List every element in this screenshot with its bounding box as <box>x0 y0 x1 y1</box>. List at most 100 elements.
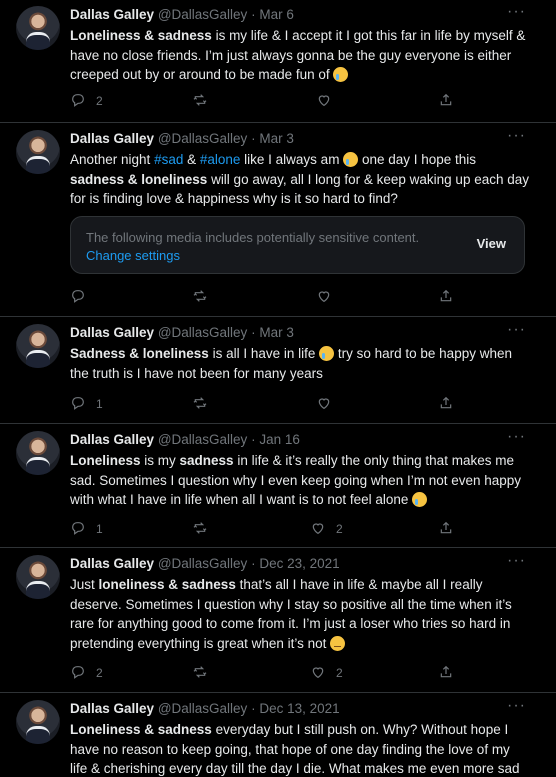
tweet-date[interactable]: Mar 3 <box>259 131 294 146</box>
share-button[interactable] <box>438 287 454 307</box>
reply-icon <box>70 395 86 414</box>
more-dots-icon[interactable]: ··· <box>507 128 526 144</box>
text-segment: like I always am <box>240 152 344 167</box>
author-handle[interactable]: @DallasGalley <box>158 432 247 447</box>
more-dots-icon[interactable]: ··· <box>507 429 526 445</box>
avatar[interactable] <box>16 6 60 50</box>
text-segment: Another night <box>70 152 155 167</box>
heart-icon <box>310 664 326 683</box>
author-handle[interactable]: @DallasGalley <box>158 325 247 340</box>
author-handle[interactable]: @DallasGalley <box>158 556 247 571</box>
retweet-button[interactable] <box>192 287 208 307</box>
reply-button[interactable]: 2 <box>70 663 103 683</box>
tweet-header: Dallas Galley @DallasGalley · Mar 3 <box>70 324 516 342</box>
more-dots-icon[interactable]: ··· <box>507 4 526 20</box>
highlighted-term: Loneliness & sadness <box>70 28 212 43</box>
pensive-emoji-icon <box>330 635 346 651</box>
heart-icon <box>316 288 332 307</box>
tweet-date[interactable]: Mar 6 <box>259 7 294 22</box>
avatar[interactable] <box>16 324 60 368</box>
tweet-header: Dallas Galley @DallasGalley · Dec 13, 20… <box>70 700 516 718</box>
share-button[interactable] <box>438 394 454 414</box>
reply-button[interactable]: 1 <box>70 394 103 414</box>
view-media-button[interactable]: View <box>477 236 506 251</box>
reply-count: 2 <box>96 666 103 680</box>
tweet-header: Dallas Galley @DallasGalley · Jan 16 <box>70 431 516 449</box>
tweet-text: Another night #sad & #alone like I alway… <box>70 150 530 209</box>
like-button[interactable] <box>316 91 342 111</box>
avatar[interactable] <box>16 130 60 174</box>
separator-dot: · <box>251 432 256 447</box>
tweet[interactable]: Dallas Galley @DallasGalley · Mar 3 ··· … <box>0 318 556 424</box>
author-name[interactable]: Dallas Galley <box>70 131 154 146</box>
retweet-button[interactable] <box>192 519 208 539</box>
author-name[interactable]: Dallas Galley <box>70 325 154 340</box>
like-count: 2 <box>336 666 343 680</box>
author-handle[interactable]: @DallasGalley <box>158 131 247 146</box>
tweet[interactable]: Dallas Galley @DallasGalley · Mar 6 ··· … <box>0 0 556 123</box>
reply-button[interactable]: 1 <box>70 519 103 539</box>
share-button[interactable] <box>438 519 454 539</box>
tweet-date[interactable]: Mar 3 <box>259 325 294 340</box>
tweet-actions: 2 <box>70 91 470 111</box>
separator-dot: · <box>251 556 256 571</box>
author-handle[interactable]: @DallasGalley <box>158 701 247 716</box>
retweet-button[interactable] <box>192 394 208 414</box>
reply-count: 1 <box>96 397 103 411</box>
more-dots-icon[interactable]: ··· <box>507 698 526 714</box>
share-icon <box>438 288 454 307</box>
reply-button[interactable]: 2 <box>70 91 103 111</box>
like-button[interactable] <box>316 394 342 414</box>
avatar[interactable] <box>16 555 60 599</box>
retweet-icon <box>192 664 208 683</box>
retweet-button[interactable] <box>192 663 208 683</box>
retweet-button[interactable] <box>192 91 208 111</box>
reply-button[interactable] <box>70 287 96 307</box>
tweet-header: Dallas Galley @DallasGalley · Mar 3 <box>70 130 516 148</box>
retweet-icon <box>192 288 208 307</box>
tweet-text: Just loneliness & sadness that’s all I h… <box>70 575 530 653</box>
author-name[interactable]: Dallas Galley <box>70 701 154 716</box>
share-button[interactable] <box>438 91 454 111</box>
like-button[interactable]: 2 <box>310 519 343 539</box>
tweet-date[interactable]: Dec 13, 2021 <box>259 701 339 716</box>
highlighted-term: Loneliness <box>70 453 141 468</box>
avatar[interactable] <box>16 431 60 475</box>
tweet-header: Dallas Galley @DallasGalley · Dec 23, 20… <box>70 555 516 573</box>
change-settings-link[interactable]: Change settings <box>86 248 180 263</box>
text-segment: is my <box>140 453 180 468</box>
tweet-date[interactable]: Dec 23, 2021 <box>259 556 339 571</box>
tweet-actions: 2 2 <box>70 663 470 683</box>
author-name[interactable]: Dallas Galley <box>70 432 154 447</box>
heart-icon <box>316 395 332 414</box>
highlighted-term: Loneliness & sadness <box>70 722 212 737</box>
text-segment: is all I have in life <box>208 346 320 361</box>
reply-count: 1 <box>96 522 103 536</box>
tweet-date[interactable]: Jan 16 <box>259 432 300 447</box>
more-dots-icon[interactable]: ··· <box>507 322 526 338</box>
author-name[interactable]: Dallas Galley <box>70 7 154 22</box>
like-count: 2 <box>336 522 343 536</box>
author-name[interactable]: Dallas Galley <box>70 556 154 571</box>
tweet[interactable]: Dallas Galley @DallasGalley · Dec 13, 20… <box>0 694 556 777</box>
author-handle[interactable]: @DallasGalley <box>158 7 247 22</box>
avatar[interactable] <box>16 700 60 744</box>
tweet[interactable]: Dallas Galley @DallasGalley · Jan 16 ···… <box>0 425 556 548</box>
like-button[interactable] <box>316 287 342 307</box>
sensitive-media-warning[interactable]: The following media includes potentially… <box>70 216 525 274</box>
like-button[interactable]: 2 <box>310 663 343 683</box>
separator-dot: · <box>251 701 256 716</box>
separator-dot: · <box>251 131 256 146</box>
share-icon <box>438 395 454 414</box>
hashtag-link[interactable]: #sad <box>154 152 183 167</box>
cry-emoji-icon <box>412 492 428 507</box>
heart-icon <box>310 520 326 539</box>
hashtag-link[interactable]: #alone <box>200 152 241 167</box>
share-icon <box>438 664 454 683</box>
tweet-text: Loneliness is my sadness in life & it’s … <box>70 451 530 510</box>
tweet[interactable]: Dallas Galley @DallasGalley · Dec 23, 20… <box>0 549 556 693</box>
share-button[interactable] <box>438 663 454 683</box>
more-dots-icon[interactable]: ··· <box>507 553 526 569</box>
tweet[interactable]: Dallas Galley @DallasGalley · Mar 3 ··· … <box>0 124 556 317</box>
cry-emoji-icon <box>343 152 359 167</box>
